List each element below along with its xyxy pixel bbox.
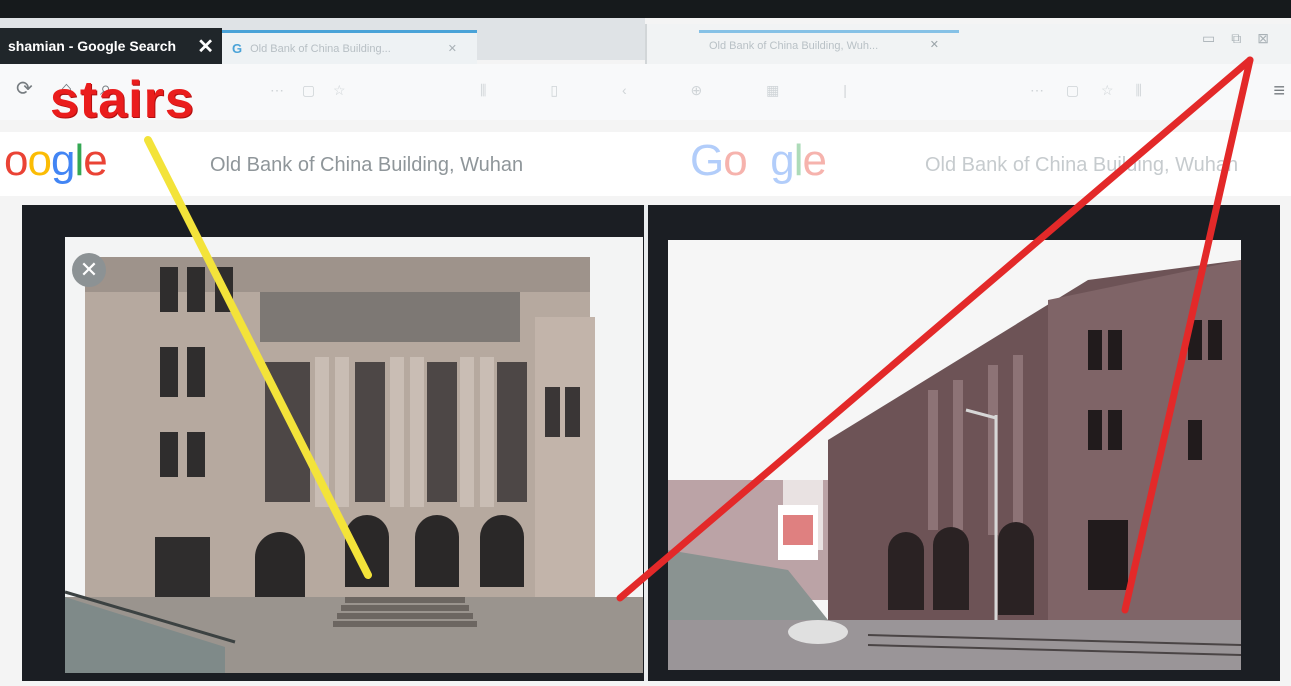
stairs-label: stairs — [50, 71, 195, 129]
red-arrow-line — [616, 56, 1254, 602]
red-arrow-line — [1121, 56, 1254, 614]
yellow-arrow-line — [144, 136, 372, 579]
